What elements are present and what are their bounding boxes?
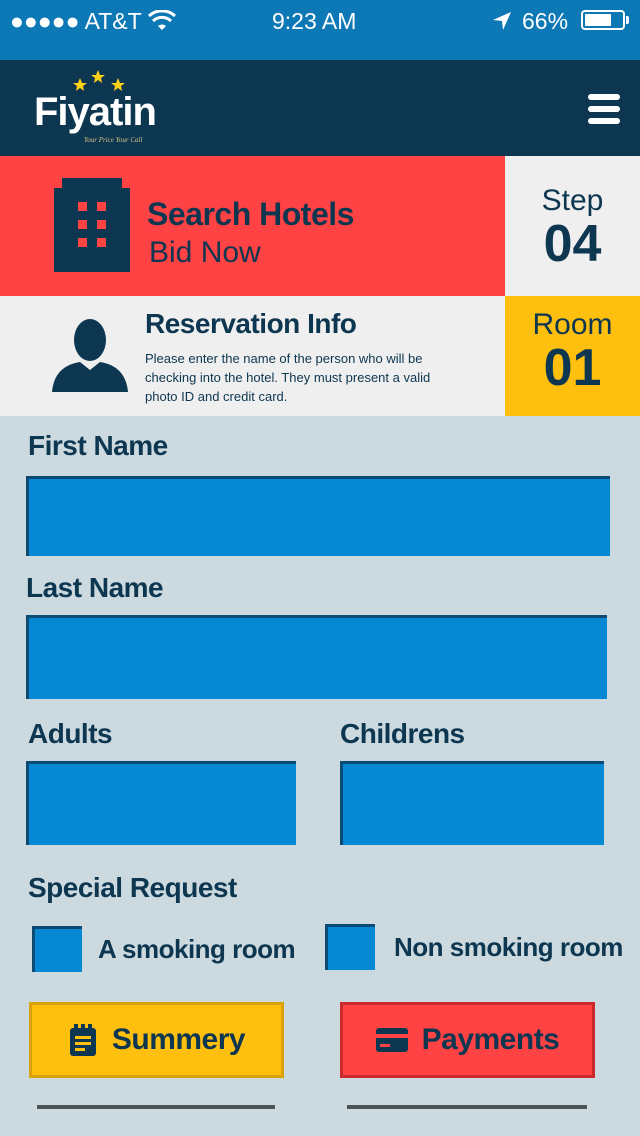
app-header: Fiyatin Your Price Your Call (0, 60, 640, 156)
status-bar: ●●●●● AT&T 9:23 AM 66% (0, 0, 640, 60)
stars-icon (73, 70, 125, 91)
building-icon (54, 178, 130, 272)
search-hotels-title: Search Hotels (147, 196, 354, 232)
hamburger-icon[interactable] (588, 94, 620, 124)
status-time: 9:23 AM (272, 8, 357, 34)
last-name-field[interactable] (26, 615, 607, 699)
logo-tagline: Your Price Your Call (84, 136, 143, 144)
smoking-room-checkbox[interactable] (32, 926, 82, 972)
wifi-icon (148, 10, 176, 30)
room-label: Room (532, 308, 613, 341)
payments-button[interactable]: Payments (340, 1002, 595, 1078)
room-indicator: Room 01 (505, 296, 640, 416)
payments-button-label: Payments (421, 1023, 560, 1056)
non-smoking-room-checkbox[interactable] (325, 924, 375, 970)
person-icon (52, 319, 128, 392)
reservation-description: Please enter the name of the person who … (145, 351, 431, 404)
summary-button[interactable]: Summery (29, 1002, 284, 1078)
smoking-room-label: A smoking room (98, 934, 296, 964)
bid-now-subtitle: Bid Now (149, 236, 261, 269)
battery-icon (581, 10, 625, 30)
location-arrow-icon (493, 12, 511, 30)
last-name-label: Last Name (26, 572, 164, 603)
reservation-banner: Reservation Info Please enter the name o… (0, 296, 505, 416)
reservation-title: Reservation Info (145, 308, 357, 339)
first-name-label: First Name (28, 430, 168, 461)
summary-button-label: Summery (111, 1023, 246, 1056)
step-indicator: Step 04 (505, 156, 640, 296)
battery-percent: 66% (522, 8, 569, 34)
credit-card-icon (375, 1028, 408, 1052)
step-banner: Search Hotels Bid Now (0, 156, 505, 296)
step-label: Step (541, 184, 604, 217)
logo-text: Fiyatin (34, 90, 157, 134)
adults-field[interactable] (26, 761, 296, 845)
notepad-icon (69, 1024, 96, 1056)
special-request-label: Special Request (28, 872, 237, 903)
adults-label: Adults (28, 718, 113, 749)
first-name-field[interactable] (26, 476, 610, 556)
room-number: 01 (543, 339, 602, 397)
carrier-signal: ●●●●● AT&T (10, 8, 142, 34)
step-number: 04 (543, 215, 602, 273)
childrens-field[interactable] (340, 761, 604, 845)
payments-button-shadow (347, 1105, 587, 1109)
non-smoking-room-label: Non smoking room (394, 932, 623, 962)
summary-button-shadow (37, 1105, 275, 1109)
childrens-label: Childrens (340, 718, 465, 749)
fiyatin-logo[interactable]: Fiyatin Your Price Your Call (34, 68, 174, 148)
